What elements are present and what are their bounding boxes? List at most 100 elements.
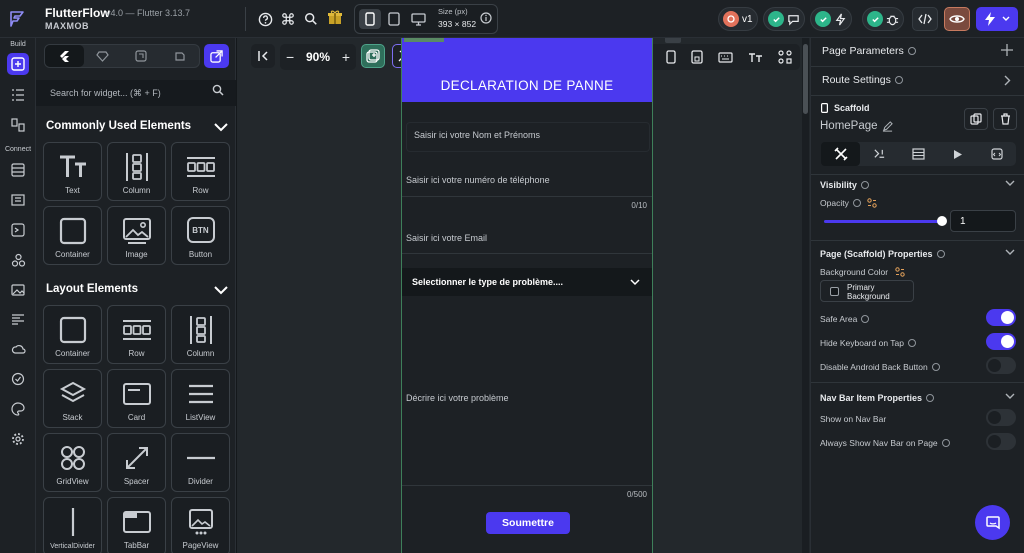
chevron-down-icon[interactable] bbox=[1005, 180, 1015, 187]
settings-gear-icon[interactable] bbox=[7, 428, 29, 450]
widget-tile-tabbar[interactable]: TabBar bbox=[107, 497, 166, 553]
tab-backend-query[interactable] bbox=[860, 142, 899, 166]
responsive-icon[interactable] bbox=[691, 50, 703, 64]
widget-tile-text[interactable]: Text bbox=[43, 142, 102, 201]
tab-components[interactable] bbox=[84, 45, 123, 67]
zoom-level[interactable]: 90% bbox=[306, 50, 330, 64]
widget-tile-spacer[interactable]: Spacer bbox=[107, 433, 166, 492]
size-info-icon[interactable] bbox=[477, 9, 495, 27]
widget-tile-stack[interactable]: Stack bbox=[43, 369, 102, 428]
text-scale-icon[interactable] bbox=[748, 51, 763, 63]
search-icon[interactable] bbox=[302, 10, 320, 28]
branch-selector[interactable]: v1 bbox=[718, 7, 758, 31]
opacity-slider-track[interactable] bbox=[824, 220, 942, 223]
widget-tile-row[interactable]: Row bbox=[107, 305, 166, 364]
size-value[interactable]: 393 × 852 bbox=[438, 19, 476, 29]
media-assets-icon[interactable] bbox=[7, 279, 29, 301]
widget-tile-divider[interactable]: Divider bbox=[171, 433, 230, 492]
gift-icon[interactable] bbox=[326, 8, 344, 26]
tab-state[interactable] bbox=[899, 142, 938, 166]
tab-actions[interactable] bbox=[938, 142, 977, 166]
add-widget-button[interactable] bbox=[204, 44, 229, 68]
command-icon[interactable] bbox=[279, 10, 297, 28]
widget-tile-pageview[interactable]: PageView bbox=[171, 497, 230, 553]
chevron-right-icon[interactable] bbox=[1004, 75, 1011, 86]
collapse-panel-button[interactable] bbox=[251, 44, 275, 68]
widget-tile-column[interactable]: Column bbox=[171, 305, 230, 364]
api-calls-icon[interactable] bbox=[7, 219, 29, 241]
chevron-down-icon[interactable] bbox=[213, 282, 229, 298]
actions-status[interactable] bbox=[810, 7, 852, 31]
add-widget-canvas-button[interactable] bbox=[361, 44, 385, 68]
widget-tile-container[interactable]: Container bbox=[43, 305, 102, 364]
custom-code-icon[interactable] bbox=[7, 309, 29, 331]
opacity-slider-handle[interactable] bbox=[937, 216, 947, 226]
zoom-in-button[interactable]: + bbox=[342, 49, 350, 65]
tab-code[interactable] bbox=[977, 142, 1016, 166]
show-navbar-toggle[interactable] bbox=[986, 409, 1016, 426]
widget-tile-listview[interactable]: ListView bbox=[171, 369, 230, 428]
app-bar[interactable]: DECLARATION DE PANNE bbox=[402, 38, 652, 102]
tests-icon[interactable] bbox=[7, 368, 29, 390]
always-show-navbar-toggle[interactable] bbox=[986, 433, 1016, 450]
widget-tree-toggle-icon[interactable] bbox=[778, 50, 792, 64]
project-name[interactable]: MAXMOB bbox=[45, 21, 89, 31]
desktop-device-button[interactable] bbox=[407, 9, 429, 29]
search-icon[interactable] bbox=[212, 84, 224, 96]
keyboard-icon[interactable] bbox=[718, 51, 733, 63]
tab-custom-widgets[interactable] bbox=[122, 45, 161, 67]
duplicate-page-button[interactable] bbox=[964, 108, 988, 130]
safe-area-toggle[interactable] bbox=[986, 309, 1016, 326]
email-field-hint[interactable]: Saisir ici votre Email bbox=[406, 233, 487, 243]
zoom-out-button[interactable]: − bbox=[286, 49, 294, 65]
route-settings-row[interactable]: Route Settings bbox=[811, 74, 1024, 86]
background-color-picker[interactable]: Primary Background bbox=[820, 280, 914, 302]
data-types-icon[interactable] bbox=[7, 189, 29, 211]
page-selector-tab[interactable] bbox=[665, 38, 681, 43]
chevron-down-icon[interactable] bbox=[213, 119, 229, 135]
widget-tile-row[interactable]: Row bbox=[171, 142, 230, 201]
support-chat-button[interactable] bbox=[975, 505, 1010, 540]
navbar-properties-header[interactable]: Nav Bar Item Properties bbox=[820, 392, 935, 404]
database-icon[interactable] bbox=[7, 159, 29, 181]
add-parameter-icon[interactable] bbox=[1001, 44, 1013, 56]
theme-settings-icon[interactable] bbox=[7, 398, 29, 420]
comments-status[interactable] bbox=[763, 7, 805, 31]
chevron-down-icon[interactable] bbox=[1005, 249, 1015, 256]
hide-keyboard-toggle[interactable] bbox=[986, 333, 1016, 350]
widget-tile-column[interactable]: Column bbox=[107, 142, 166, 201]
page-parameters-row[interactable]: Page Parameters bbox=[811, 45, 1024, 57]
preview-button[interactable] bbox=[944, 7, 970, 31]
tab-properties[interactable] bbox=[821, 142, 860, 166]
widget-palette-icon[interactable] bbox=[7, 53, 29, 75]
widget-tile-container[interactable]: Container bbox=[43, 206, 102, 265]
scrollbar-thumb[interactable] bbox=[803, 44, 808, 114]
variable-icon[interactable] bbox=[895, 267, 905, 277]
widget-tree-icon[interactable] bbox=[7, 84, 29, 106]
problem-type-dropdown[interactable]: Selectionner le type de problème.... bbox=[402, 268, 652, 296]
canvas-scrollbar[interactable] bbox=[802, 38, 809, 553]
visibility-header[interactable]: Visibility bbox=[820, 179, 869, 191]
flutterflow-logo-icon[interactable] bbox=[6, 8, 28, 30]
phone-field-hint[interactable]: Saisir ici votre numéro de téléphone bbox=[406, 175, 550, 185]
tab-built-in-widgets[interactable] bbox=[45, 45, 84, 67]
widget-tile-verticaldivider[interactable]: VerticalDivider bbox=[43, 497, 102, 553]
cloud-functions-icon[interactable] bbox=[7, 338, 29, 360]
widget-tile-gridview[interactable]: GridView bbox=[43, 433, 102, 492]
run-button[interactable] bbox=[976, 7, 1018, 31]
widget-tile-card[interactable]: Card bbox=[107, 369, 166, 428]
tab-library[interactable] bbox=[161, 45, 200, 67]
debug-status[interactable] bbox=[862, 7, 904, 31]
tablet-device-button[interactable] bbox=[383, 9, 405, 29]
variable-icon[interactable] bbox=[867, 198, 877, 208]
opacity-input[interactable]: 1 bbox=[950, 210, 1016, 232]
app-bar-title[interactable]: DECLARATION DE PANNE bbox=[402, 78, 652, 93]
page-name[interactable]: HomePage bbox=[820, 120, 878, 132]
scaffold-properties-header[interactable]: Page (Scaffold) Properties bbox=[820, 248, 945, 260]
edit-name-icon[interactable] bbox=[882, 121, 893, 132]
widget-tile-button[interactable]: BTN Button bbox=[171, 206, 230, 265]
submit-button[interactable]: Soumettre bbox=[486, 512, 570, 534]
help-icon[interactable] bbox=[256, 10, 274, 28]
widget-tile-image[interactable]: Image bbox=[107, 206, 166, 265]
disable-back-toggle[interactable] bbox=[986, 357, 1016, 374]
